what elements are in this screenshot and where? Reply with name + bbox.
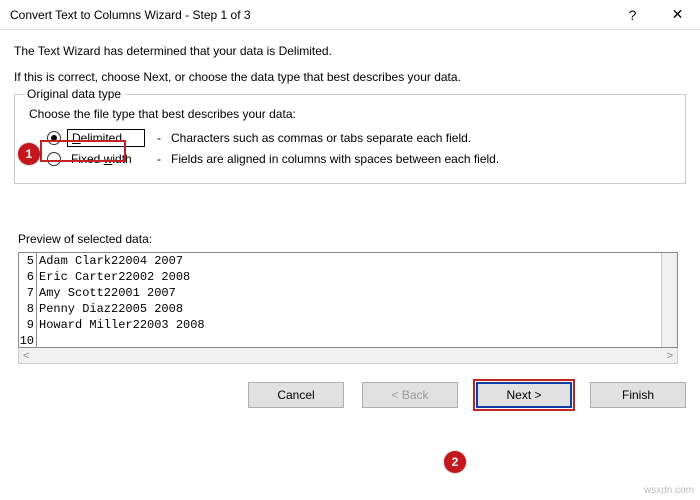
back-button: < Back — [362, 382, 458, 408]
preview-row: 10 — [19, 333, 677, 348]
delimited-radio[interactable] — [47, 131, 61, 145]
next-button[interactable]: Next > — [476, 382, 572, 408]
dash-separator: - — [157, 152, 161, 166]
cancel-button[interactable]: Cancel — [248, 382, 344, 408]
choose-file-type-label: Choose the file type that best describes… — [29, 107, 673, 121]
fixed-width-radio-label: Fixed width — [67, 151, 145, 167]
preview-box: 5Adam Clark22004 2007 6Eric Carter22002 … — [18, 252, 678, 348]
preview-row: 8Penny Diaz22005 2008 — [19, 301, 677, 317]
group-legend: Original data type — [23, 87, 125, 101]
preview-row: 6Eric Carter22002 2008 — [19, 269, 677, 285]
preview-label: Preview of selected data: — [18, 232, 686, 246]
scroll-right-icon[interactable]: > — [667, 350, 673, 362]
preview-row: 7Amy Scott22001 2007 — [19, 285, 677, 301]
intro-text-1: The Text Wizard has determined that your… — [14, 42, 686, 60]
dialog-title: Convert Text to Columns Wizard - Step 1 … — [10, 8, 610, 22]
scroll-left-icon[interactable]: < — [23, 350, 29, 362]
original-data-type-group: Original data type Choose the file type … — [14, 94, 686, 184]
delimited-radio-row[interactable]: Delimited - Characters such as commas or… — [47, 129, 673, 147]
annotation-marker-1: 1 — [18, 143, 40, 165]
delimited-radio-label: Delimited — [67, 129, 145, 147]
preview-row: 5Adam Clark22004 2007 — [19, 253, 677, 269]
preview-horizontal-scrollbar[interactable]: < > — [18, 348, 678, 364]
fixed-width-radio[interactable] — [47, 152, 61, 166]
preview-vertical-scrollbar[interactable] — [661, 253, 677, 347]
intro-text-2: If this is correct, choose Next, or choo… — [14, 68, 686, 86]
fixed-width-description: Fields are aligned in columns with space… — [171, 152, 499, 166]
preview-row: 9Howard Miller22003 2008 — [19, 317, 677, 333]
delimited-description: Characters such as commas or tabs separa… — [171, 131, 471, 145]
finish-button[interactable]: Finish — [590, 382, 686, 408]
watermark: wsxdn.com — [644, 485, 694, 496]
close-button[interactable]: ✕ — [655, 0, 700, 30]
help-button[interactable]: ? — [610, 0, 655, 30]
fixed-width-radio-row[interactable]: Fixed width - Fields are aligned in colu… — [47, 151, 673, 167]
annotation-marker-2: 2 — [444, 451, 466, 473]
dash-separator: - — [157, 131, 161, 145]
